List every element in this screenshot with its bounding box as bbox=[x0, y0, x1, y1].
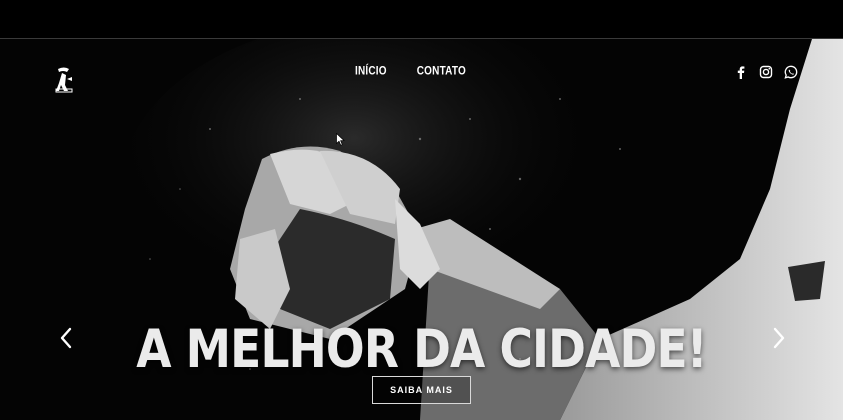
mouse-cursor-icon bbox=[336, 133, 345, 146]
chevron-right-icon[interactable] bbox=[772, 327, 786, 349]
facebook-icon[interactable] bbox=[734, 65, 748, 79]
nav-item-inicio[interactable]: INÍCIO bbox=[355, 65, 387, 78]
brand-logo[interactable] bbox=[50, 65, 76, 95]
hero-headline: A MELHOR DA CIDADE! bbox=[136, 318, 707, 380]
chevron-left-icon[interactable] bbox=[59, 327, 73, 349]
nav-item-contato[interactable]: CONTATO bbox=[417, 65, 466, 78]
browser-top-bar bbox=[0, 0, 843, 38]
main-nav: INÍCIO CONTATO bbox=[355, 65, 466, 78]
instagram-icon[interactable] bbox=[759, 65, 773, 79]
saiba-mais-button[interactable]: SAIBA MAIS bbox=[372, 376, 471, 404]
social-links bbox=[734, 65, 798, 79]
hero-section: INÍCIO CONTATO A MELHOR DA CIDADE! SAIBA… bbox=[0, 38, 843, 420]
whatsapp-icon[interactable] bbox=[784, 65, 798, 79]
